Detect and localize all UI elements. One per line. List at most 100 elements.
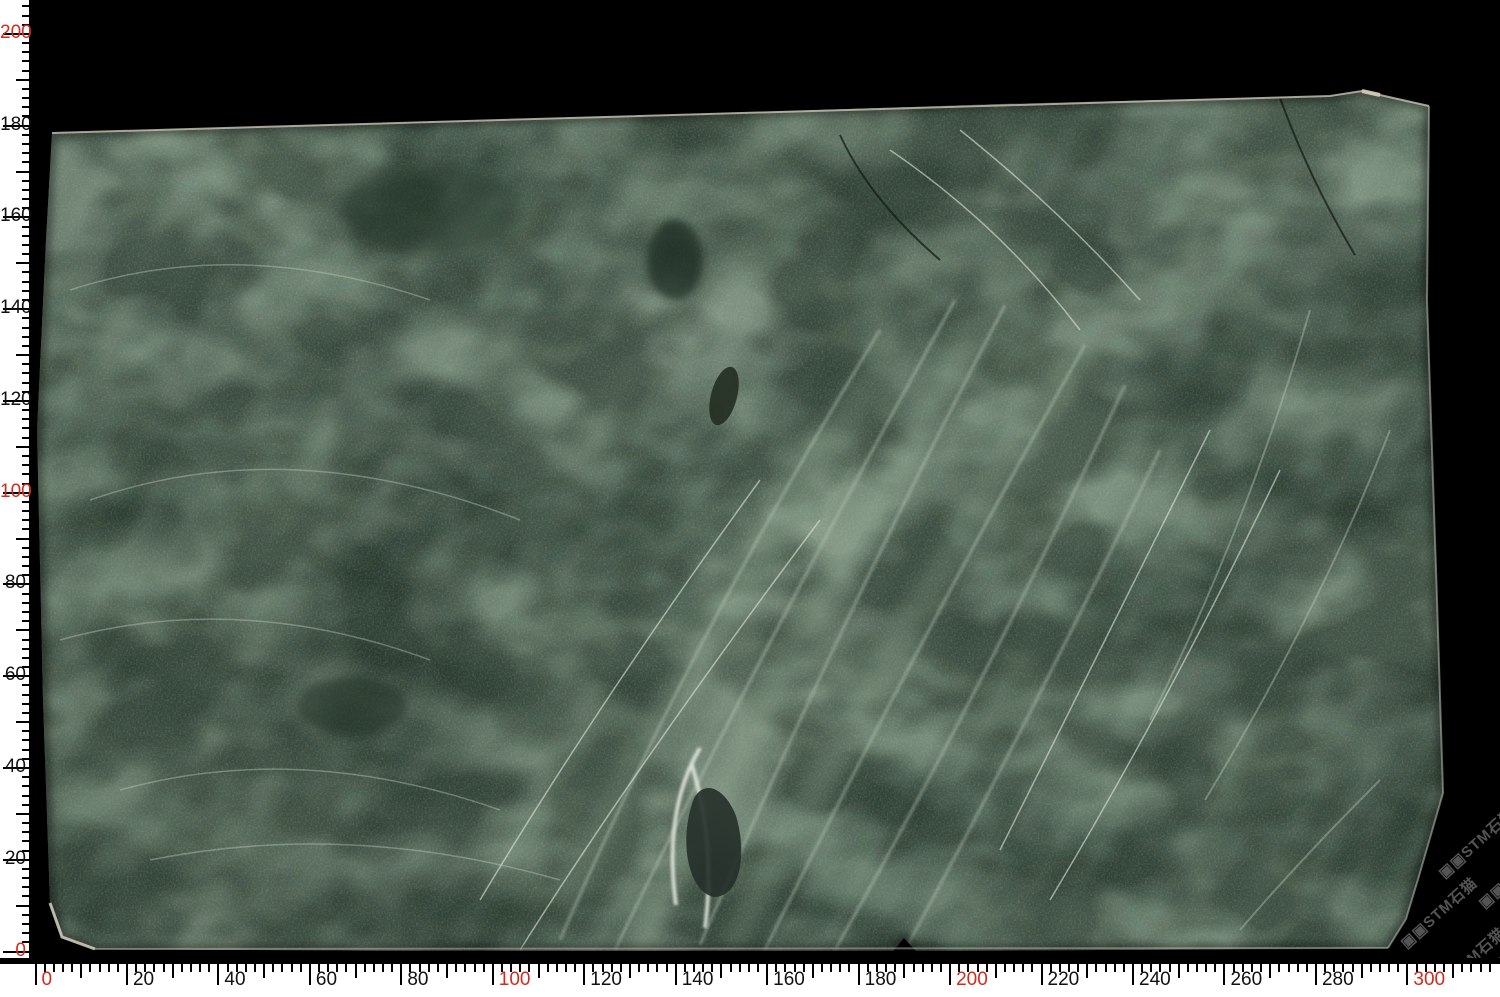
ruler-tick: [22, 914, 29, 916]
ruler-tick: [22, 639, 29, 641]
ruler-tick: [254, 964, 256, 972]
ruler-tick: [22, 70, 29, 72]
ruler-tick: [22, 703, 29, 705]
ruler-tick: [1132, 964, 1134, 985]
ruler-tick: [812, 964, 814, 978]
ruler-tick: [464, 964, 466, 972]
ruler-tick: [1397, 964, 1399, 972]
ruler-tick: [446, 964, 448, 978]
ruler-tick: [217, 964, 219, 985]
ruler-tick: [1306, 964, 1308, 972]
ruler-tick: [391, 964, 393, 972]
ruler-tick: [22, 327, 29, 329]
ruler-tick: [272, 964, 274, 972]
ruler-label: 120: [0, 389, 26, 411]
ruler-tick: [300, 964, 302, 972]
ruler-label: 160: [0, 205, 26, 227]
ruler-tick: [22, 602, 29, 604]
ruler-tick: [199, 964, 201, 972]
ruler-tick: [22, 528, 29, 530]
ruler-tick: [1461, 964, 1463, 972]
ruler-tick: [455, 964, 457, 972]
ruler-label: 260: [1230, 969, 1262, 991]
ruler-tick: [1196, 964, 1198, 972]
ruler-label: 20: [133, 969, 154, 991]
ruler-label: 140: [0, 297, 26, 319]
ruler-tick: [22, 290, 29, 292]
ruler-tick: [22, 143, 29, 145]
ruler-tick: [1288, 964, 1290, 972]
ruler-tick: [22, 877, 29, 879]
ruler-label: 140: [682, 969, 714, 991]
ruler-tick: [1187, 964, 1189, 972]
ruler-tick: [913, 964, 915, 972]
ruler-tick: [474, 964, 476, 972]
ruler-tick: [1123, 964, 1125, 972]
ruler-tick: [373, 964, 375, 972]
ruler-tick: [355, 964, 357, 978]
ruler-tick: [71, 964, 73, 972]
ruler-tick: [1379, 964, 1381, 972]
ruler-tick: [22, 51, 29, 53]
ruler-tick: [22, 510, 29, 512]
ruler-tick: [22, 345, 29, 347]
ruler-tick: [263, 964, 265, 978]
ruler-tick: [291, 964, 293, 972]
ruler-tick: [22, 822, 29, 824]
ruler-tick: [22, 106, 29, 108]
ruler-tick: [22, 5, 29, 7]
ruler-label: 180: [865, 969, 897, 991]
ruler-tick: [22, 60, 29, 62]
ruler-tick: [22, 88, 29, 90]
ruler-tick: [22, 739, 29, 741]
ruler-tick: [16, 721, 29, 723]
ruler-tick: [99, 964, 101, 972]
ruler-tick: [638, 964, 640, 972]
ruler-tick: [1406, 964, 1408, 985]
ruler-tick: [858, 964, 860, 985]
ruler-tick: [22, 15, 29, 17]
horizontal-ruler-baseline: [0, 958, 1500, 964]
ruler-tick: [22, 189, 29, 191]
ruler-tick: [1105, 964, 1107, 972]
ruler-tick: [309, 964, 311, 985]
ruler-tick: [16, 905, 29, 907]
ruler-tick: [848, 964, 850, 972]
ruler-tick: [1086, 964, 1088, 978]
ruler-tick: [345, 964, 347, 972]
ruler-tick: [16, 629, 29, 631]
ruler-tick: [22, 372, 29, 374]
ruler-tick: [281, 964, 283, 972]
ruler-tick: [181, 964, 183, 972]
slab-scan-viewport: ▣▣STM石猫 ▣▣STM石猫 ▣▣STM石猫 ▣▣STM石猫 ▣▣STM石猫 …: [0, 0, 1500, 997]
ruler-tick: [647, 964, 649, 972]
ruler-tick: [22, 932, 29, 934]
ruler-tick: [126, 964, 128, 985]
ruler-tick: [437, 964, 439, 972]
ruler-tick: [22, 547, 29, 549]
ruler-label: 120: [590, 969, 622, 991]
ruler-tick: [1361, 964, 1363, 978]
ruler-tick: [922, 964, 924, 972]
ruler-tick: [108, 964, 110, 972]
ruler-tick: [720, 964, 722, 978]
ruler-tick: [1297, 964, 1299, 972]
ruler-tick: [22, 730, 29, 732]
ruler-label: 60: [316, 969, 337, 991]
ruler-tick: [565, 964, 567, 972]
ruler-tick: [830, 964, 832, 972]
ruler-tick: [22, 161, 29, 163]
ruler-tick: [666, 964, 668, 972]
ruler-tick: [22, 253, 29, 255]
ruler-tick: [16, 79, 29, 81]
ruler-tick: [556, 964, 558, 972]
ruler-tick: [903, 964, 905, 978]
ruler-tick: [22, 886, 29, 888]
stone-slab-image: [0, 0, 1500, 997]
ruler-label: 200: [0, 22, 26, 44]
ruler-tick: [22, 565, 29, 567]
ruler-tick: [53, 964, 55, 972]
ruler-tick: [995, 964, 997, 978]
ruler-tick: [22, 657, 29, 659]
ruler-tick: [1223, 964, 1225, 985]
